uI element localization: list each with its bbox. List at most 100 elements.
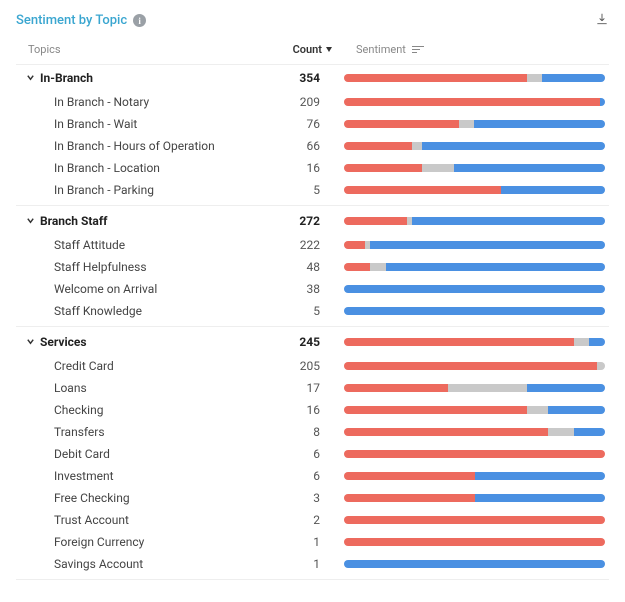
group-row[interactable]: In-Branch 354 (16, 65, 609, 91)
topic-label: Trust Account (54, 513, 129, 527)
group-count: 272 (274, 214, 320, 228)
topic-label: In Branch - Wait (54, 117, 137, 131)
col-header-count[interactable]: Count (274, 43, 332, 56)
topic-label: Staff Knowledge (54, 304, 142, 318)
sentiment-bar (344, 263, 605, 271)
topic-label: In Branch - Hours of Operation (54, 139, 215, 153)
topic-row[interactable]: Trust Account 2 (16, 509, 609, 531)
topic-label: Investment (54, 469, 114, 483)
sentiment-bar (344, 472, 605, 480)
column-headers: Topics Count Sentiment (16, 37, 609, 65)
sentiment-bar (344, 494, 605, 502)
topic-count: 16 (274, 161, 320, 175)
topic-count: 209 (274, 95, 320, 109)
info-icon[interactable]: i (133, 14, 146, 27)
topic-label: Loans (54, 381, 87, 395)
topic-label: In Branch - Notary (54, 95, 149, 109)
group-label: In-Branch (40, 71, 93, 85)
topic-count: 5 (274, 183, 320, 197)
col-header-sentiment-label: Sentiment (356, 43, 406, 56)
topic-count: 17 (274, 381, 320, 395)
topic-label: Welcome on Arrival (54, 282, 157, 296)
topic-count: 16 (274, 403, 320, 417)
topic-row[interactable]: Debit Card 6 (16, 443, 609, 465)
sentiment-bar (344, 241, 605, 249)
sentiment-bar (344, 164, 605, 172)
topic-count: 38 (274, 282, 320, 296)
sentiment-bar (344, 560, 605, 568)
topic-row[interactable]: Foreign Currency 1 (16, 531, 609, 553)
topic-label: Foreign Currency (54, 535, 144, 549)
topic-label: Savings Account (54, 557, 143, 571)
sentiment-bar (344, 384, 605, 392)
col-header-count-label: Count (293, 43, 322, 56)
col-header-topics[interactable]: Topics (28, 43, 274, 56)
topic-count: 8 (274, 425, 320, 439)
topic-count: 6 (274, 447, 320, 461)
topic-label: In Branch - Location (54, 161, 160, 175)
topic-row[interactable]: Welcome on Arrival 38 (16, 278, 609, 300)
topic-count: 222 (274, 238, 320, 252)
sentiment-bar (344, 338, 605, 346)
topic-label: Free Checking (54, 491, 130, 505)
sentiment-bar (344, 516, 605, 524)
group-label: Branch Staff (40, 214, 107, 228)
topic-count: 1 (274, 557, 320, 571)
sentiment-bar (344, 406, 605, 414)
topic-row[interactable]: Credit Card 205 (16, 355, 609, 377)
topic-rows-container: In-Branch 354 In Branch - Notary 209 In … (16, 65, 609, 580)
sentiment-bar (344, 142, 605, 150)
topic-count: 3 (274, 491, 320, 505)
topic-row[interactable]: Checking 16 (16, 399, 609, 421)
chevron-down-icon (22, 71, 38, 85)
sentiment-bar (344, 186, 605, 194)
sentiment-bar (344, 450, 605, 458)
download-icon[interactable] (595, 12, 609, 29)
topic-label: Checking (54, 403, 103, 417)
sentiment-bar (344, 120, 605, 128)
topic-row[interactable]: Loans 17 (16, 377, 609, 399)
sentiment-bar (344, 285, 605, 293)
group-label: Services (40, 335, 87, 349)
topic-count: 48 (274, 260, 320, 274)
topic-row[interactable]: Staff Knowledge 5 (16, 300, 609, 322)
topic-row[interactable]: In Branch - Wait 76 (16, 113, 609, 135)
widget-header: Sentiment by Topic i (16, 12, 609, 29)
topic-row[interactable]: Investment 6 (16, 465, 609, 487)
topic-row[interactable]: Transfers 8 (16, 421, 609, 443)
topic-count: 66 (274, 139, 320, 153)
widget-title[interactable]: Sentiment by Topic (16, 13, 127, 28)
chevron-down-icon (22, 214, 38, 228)
sentiment-bar (344, 362, 605, 370)
topic-row[interactable]: Staff Attitude 222 (16, 234, 609, 256)
topic-row[interactable]: In Branch - Location 16 (16, 157, 609, 179)
topic-row[interactable]: Free Checking 3 (16, 487, 609, 509)
topic-label: Staff Attitude (54, 238, 125, 252)
sentiment-bar (344, 307, 605, 315)
topic-row[interactable]: In Branch - Hours of Operation 66 (16, 135, 609, 157)
topic-label: Credit Card (54, 359, 114, 373)
topic-row[interactable]: Staff Helpfulness 48 (16, 256, 609, 278)
col-header-sentiment[interactable]: Sentiment (332, 43, 424, 56)
topic-row[interactable]: In Branch - Parking 5 (16, 179, 609, 201)
topic-count: 2 (274, 513, 320, 527)
topic-row[interactable]: Savings Account 1 (16, 553, 609, 575)
filter-icon (412, 44, 424, 55)
topic-count: 205 (274, 359, 320, 373)
topic-label: In Branch - Parking (54, 183, 154, 197)
topic-count: 1 (274, 535, 320, 549)
topic-label: Transfers (54, 425, 105, 439)
group-count: 354 (274, 71, 320, 85)
topic-row[interactable]: In Branch - Notary 209 (16, 91, 609, 113)
group-row[interactable]: Branch Staff 272 (16, 208, 609, 234)
topic-count: 6 (274, 469, 320, 483)
topic-count: 76 (274, 117, 320, 131)
group-row[interactable]: Services 245 (16, 329, 609, 355)
sentiment-bar (344, 74, 605, 82)
sentiment-bar (344, 217, 605, 225)
sentiment-bar (344, 538, 605, 546)
topic-label: Debit Card (54, 447, 110, 461)
sentiment-bar (344, 428, 605, 436)
topic-label: Staff Helpfulness (54, 260, 147, 274)
chevron-down-icon (22, 335, 38, 349)
